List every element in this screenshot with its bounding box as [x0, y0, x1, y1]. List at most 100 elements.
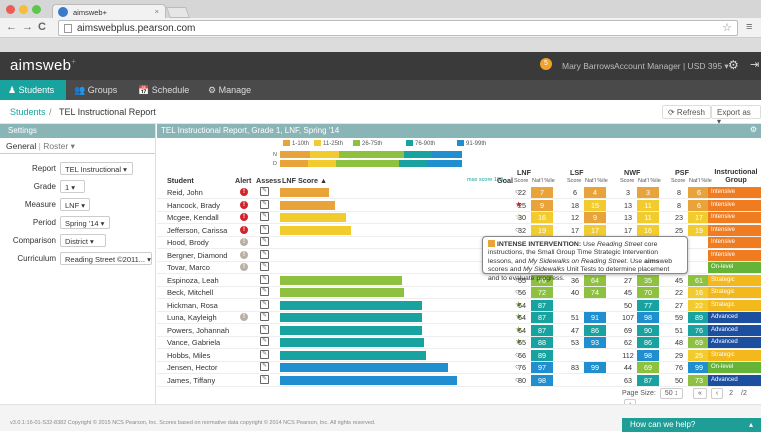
- comparison-select[interactable]: District ▾: [60, 234, 106, 247]
- minimize-window-icon[interactable]: [19, 5, 28, 14]
- table-row[interactable]: Reid, John! ✎ ○ 22 7 6 4 3 3 8 6 Intensive: [157, 186, 761, 199]
- account-dropdown[interactable]: Account Manager | USD 395 ▾: [614, 61, 729, 72]
- assess-edit-icon[interactable]: ✎: [260, 199, 269, 209]
- assess-edit-icon[interactable]: ✎: [260, 274, 269, 284]
- student-name-link[interactable]: Tovar, Marco: [167, 263, 210, 272]
- instructional-group-badge[interactable]: Strategic: [708, 287, 761, 298]
- student-name-link[interactable]: Bergner, Diamond: [167, 251, 227, 260]
- prev-page-button[interactable]: ‹: [710, 388, 724, 399]
- first-page-button[interactable]: «: [693, 388, 707, 399]
- table-row[interactable]: Jefferson, Carissa! ✎ ○ 32 19 17 17 17 16 25 19 Int…: [157, 224, 761, 237]
- instructional-group-badge[interactable]: Intensive: [708, 199, 761, 211]
- user-name[interactable]: Mary Barrows: [562, 61, 614, 71]
- help-button[interactable]: How can we help? ▴: [622, 418, 761, 432]
- nav-schedule[interactable]: 📅 Schedule: [134, 80, 204, 100]
- grade-select[interactable]: 1 ▾: [60, 180, 85, 193]
- instructional-group-badge[interactable]: Strategic: [708, 349, 761, 361]
- assess-edit-icon[interactable]: ✎: [260, 349, 269, 359]
- instructional-group-badge[interactable]: On-level: [708, 262, 761, 273]
- col-assess[interactable]: Assess: [256, 176, 281, 185]
- bookmark-star-icon[interactable]: ☆: [722, 21, 732, 34]
- alert-icon[interactable]: !: [240, 313, 248, 321]
- export-button[interactable]: Export as ▾: [711, 105, 761, 126]
- browser-menu-icon[interactable]: ≡: [746, 21, 752, 33]
- assess-edit-icon[interactable]: ✎: [260, 337, 269, 346]
- tab-close-icon[interactable]: ×: [155, 7, 159, 16]
- assess-edit-icon[interactable]: ✎: [260, 362, 269, 371]
- instructional-group-badge[interactable]: Strategic: [708, 299, 761, 311]
- table-row[interactable]: Mcgee, Kendall! ✎ ☆ 30 16 12 9 13 11 23 17 Intensiv…: [157, 211, 761, 224]
- col-goal[interactable]: Goal: [497, 176, 513, 185]
- assess-edit-icon[interactable]: ✎: [260, 262, 269, 271]
- instructional-group-badge[interactable]: Advanced: [708, 374, 761, 386]
- col-lnf-score[interactable]: LNF Score ▲: [282, 176, 327, 185]
- notification-icon[interactable]: 5: [540, 58, 552, 70]
- logout-icon[interactable]: ⇥: [750, 58, 759, 71]
- alert-icon[interactable]: !: [240, 188, 248, 196]
- assess-edit-icon[interactable]: ✎: [260, 324, 269, 334]
- report-select[interactable]: TEL Instructional ▾: [60, 162, 133, 175]
- browser-tab[interactable]: aimsweb+ ×: [52, 4, 166, 19]
- new-tab-button[interactable]: [165, 7, 191, 18]
- alert-icon[interactable]: !: [240, 213, 248, 221]
- student-name-link[interactable]: Hickman, Rosa: [167, 301, 218, 310]
- close-window-icon[interactable]: [6, 5, 15, 14]
- instructional-group-badge[interactable]: Intensive: [708, 224, 761, 236]
- table-row[interactable]: Hobbs, Miles ✎ ○ 66 89 112 98 29 25 Strategic: [157, 349, 761, 362]
- table-row[interactable]: Hancock, Brady! ✎ ★ 25 9 18 15 13 11 8 6 Intensive: [157, 199, 761, 212]
- aimsweb-logo[interactable]: aimsweb+: [10, 57, 76, 74]
- assess-edit-icon[interactable]: ✎: [260, 299, 269, 309]
- student-name-link[interactable]: Vance, Gabriela: [167, 338, 220, 347]
- tab-roster[interactable]: Roster ▾: [43, 141, 75, 151]
- maximize-window-icon[interactable]: [32, 5, 41, 14]
- instructional-group-badge[interactable]: Intensive: [708, 212, 761, 223]
- student-name-link[interactable]: Hood, Brody: [167, 238, 209, 247]
- instructional-group-badge[interactable]: Advanced: [708, 324, 761, 336]
- instructional-group-badge[interactable]: Intensive: [708, 249, 761, 261]
- alert-icon[interactable]: !: [240, 238, 248, 246]
- alert-icon[interactable]: !: [240, 263, 248, 271]
- table-row[interactable]: Hickman, Rosa ✎ ★ 64 87 50 77 27 22 Strategic: [157, 299, 761, 312]
- table-row[interactable]: James, Tiffany ✎ ○ 80 98 63 87 50 73 Advanced: [157, 374, 761, 387]
- assess-edit-icon[interactable]: ✎: [260, 237, 269, 246]
- student-name-link[interactable]: Hobbs, Miles: [167, 351, 210, 360]
- instructional-group-badge[interactable]: Advanced: [708, 312, 761, 323]
- student-name-link[interactable]: James, Tiffany: [167, 376, 215, 385]
- curriculum-select[interactable]: Reading Street ©2011... ▾: [60, 252, 152, 265]
- assess-edit-icon[interactable]: ✎: [260, 249, 269, 259]
- page-size-select[interactable]: 50 ↕: [659, 388, 684, 399]
- back-icon[interactable]: ←: [6, 21, 17, 33]
- student-name-link[interactable]: Mcgee, Kendall: [167, 213, 219, 222]
- table-row[interactable]: Powers, Johannah ✎ ★ 64 87 47 86 69 90 51 76 Advanc…: [157, 324, 761, 337]
- nav-manage[interactable]: ⚙ Manage: [204, 80, 274, 100]
- alert-icon[interactable]: !: [240, 250, 248, 259]
- table-row[interactable]: Jensen, Hector ✎ ○ 76 97 83 99 44 69 76 99 On-level: [157, 361, 761, 374]
- report-settings-gear-icon[interactable]: ⚙: [750, 125, 757, 134]
- student-name-link[interactable]: Beck, Mitchell: [167, 288, 213, 297]
- alert-icon[interactable]: !: [240, 200, 248, 209]
- page-number[interactable]: 2: [729, 390, 733, 397]
- measure-select[interactable]: LNF ▾: [60, 198, 90, 211]
- nav-students[interactable]: ♟ Students: [0, 80, 66, 100]
- instructional-group-badge[interactable]: On-level: [708, 362, 761, 373]
- student-name-link[interactable]: Reid, John: [167, 188, 203, 197]
- instructional-group-badge[interactable]: Advanced: [708, 337, 761, 348]
- refresh-button[interactable]: ⟳ Refresh: [662, 105, 711, 119]
- assess-edit-icon[interactable]: ✎: [260, 212, 269, 221]
- nav-groups[interactable]: 👥 Groups: [70, 80, 134, 100]
- assess-edit-icon[interactable]: ✎: [260, 187, 269, 196]
- assess-edit-icon[interactable]: ✎: [260, 287, 269, 296]
- period-select[interactable]: Spring '14 ▾: [60, 216, 110, 229]
- table-row[interactable]: Vance, Gabriela ✎ ★ 65 88 53 93 62 86 48 69 Advance…: [157, 336, 761, 349]
- assess-edit-icon[interactable]: ✎: [260, 374, 269, 384]
- student-name-link[interactable]: Powers, Johannah: [167, 326, 229, 335]
- student-name-link[interactable]: Jensen, Hector: [167, 363, 217, 372]
- col-student[interactable]: Student: [167, 176, 194, 185]
- settings-gear-icon[interactable]: ⚙: [728, 58, 739, 72]
- alert-icon[interactable]: !: [240, 225, 248, 234]
- tab-general[interactable]: General: [6, 141, 36, 151]
- student-name-link[interactable]: Luna, Kayleigh: [167, 313, 217, 322]
- student-name-link[interactable]: Espinoza, Leah: [167, 276, 219, 285]
- student-name-link[interactable]: Hancock, Brady: [167, 201, 220, 210]
- col-alert[interactable]: Alert: [235, 176, 251, 185]
